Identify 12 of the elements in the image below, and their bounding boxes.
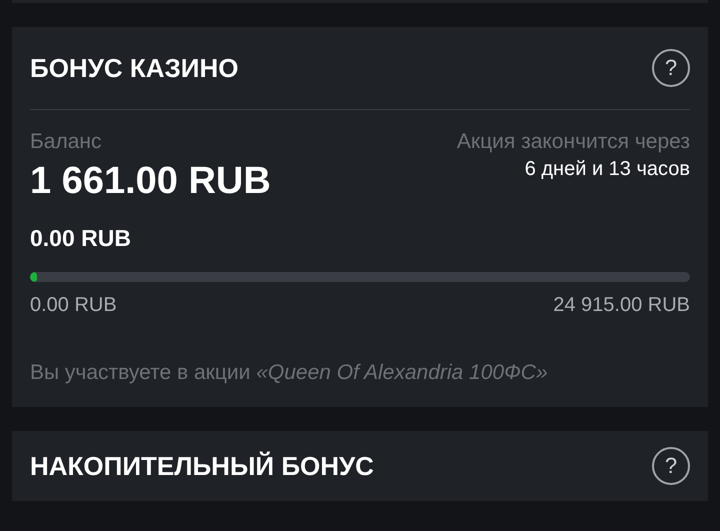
card-title: НАКОПИТЕЛЬНЫЙ БОНУС: [30, 450, 374, 482]
ends-value: 6 дней и 13 часов: [524, 158, 690, 181]
ends-label: Акция закончится через: [456, 130, 690, 154]
help-button[interactable]: ?: [652, 447, 690, 485]
card-title: БОНУС КАЗИНО: [30, 52, 238, 84]
progress-max: 24 915.00 RUB: [553, 294, 690, 317]
balance-amount: 1 661.00 RUB: [30, 160, 271, 203]
wagered-amount: 0.00 RUB: [30, 225, 132, 252]
balance-label: Баланс: [30, 130, 102, 154]
help-button[interactable]: ?: [652, 49, 690, 87]
progress-min: 0.00 RUB: [30, 294, 117, 317]
promo-note: Вы участвуете в акции «Queen Of Alexandria 100ФС»: [30, 361, 549, 385]
